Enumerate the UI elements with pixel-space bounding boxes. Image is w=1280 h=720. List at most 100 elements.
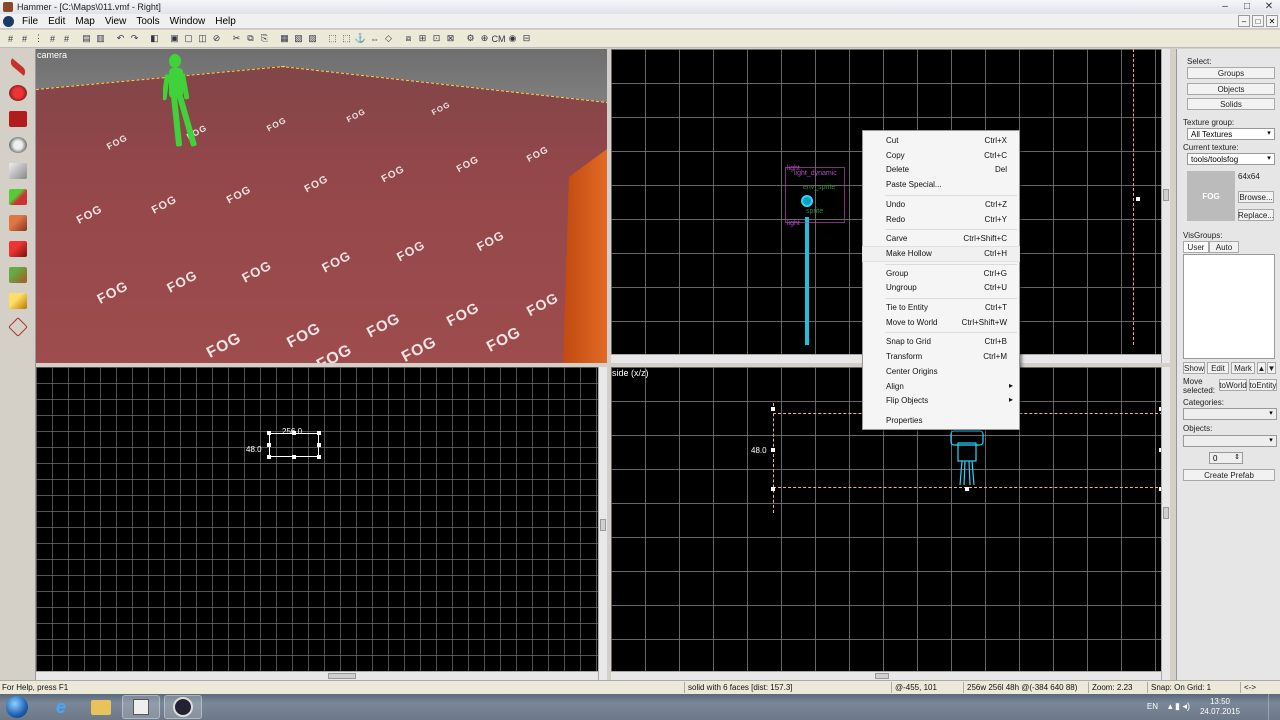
entity-report-icon[interactable]: ⊞ [416, 32, 429, 45]
context-menu-item-move-to-world[interactable]: Move to World Ctrl+Shift+W [863, 316, 1019, 330]
menu-view[interactable]: View [100, 16, 132, 27]
undo-icon[interactable]: ↶ [114, 32, 127, 45]
prefab-stepper[interactable]: 0 ⇕ [1209, 452, 1243, 464]
resize-handle[interactable] [317, 443, 321, 447]
document-icon[interactable] [3, 15, 14, 27]
group-icon[interactable]: ▣ [168, 32, 181, 45]
cut-icon[interactable]: ✂ [230, 32, 243, 45]
menu-window[interactable]: Window [165, 16, 211, 27]
menu-edit[interactable]: Edit [43, 16, 70, 27]
visgroup-edit-button[interactable]: Edit [1207, 362, 1229, 374]
visgroup-mark-button[interactable]: Mark [1231, 362, 1255, 374]
apply-texture-tool[interactable] [4, 211, 32, 235]
grid-toggle-icon[interactable]: # [4, 32, 17, 45]
mdi-restore-button[interactable]: □ [1252, 15, 1264, 27]
scroll-thumb[interactable] [875, 673, 889, 679]
taskbar-app-ie[interactable]: e [42, 695, 80, 719]
replace-button[interactable]: Replace... [1238, 209, 1274, 221]
stepper-arrows-icon[interactable]: ⇕ [1233, 454, 1241, 462]
move-up-icon[interactable]: ▲ [1257, 362, 1266, 374]
language-indicator[interactable]: EN [1147, 702, 1158, 711]
move-down-icon[interactable]: ▼ [1267, 362, 1276, 374]
selected-brush[interactable] [269, 433, 319, 457]
resize-handle[interactable] [267, 443, 271, 447]
vertical-scrollbar[interactable] [1161, 49, 1170, 363]
cordon-icon[interactable]: ⊠ [444, 32, 457, 45]
context-menu-item-paste-special[interactable]: Paste Special... [863, 178, 1019, 192]
texture-preview[interactable]: FOG [1187, 171, 1235, 221]
vertical-scrollbar[interactable] [1161, 367, 1170, 680]
taskbar-app-hammer[interactable] [164, 695, 202, 719]
taskbar-app-explorer[interactable] [82, 695, 120, 719]
context-menu-item-center-origins[interactable]: Center Origins [863, 365, 1019, 379]
resize-handle[interactable] [317, 431, 321, 435]
decal-icon[interactable]: ⊟ [520, 32, 533, 45]
texture-app-icon[interactable]: ⧈ [402, 32, 415, 45]
maximize-button[interactable]: □ [1236, 0, 1258, 12]
auto-visgroups-icon[interactable]: ⊕ [478, 32, 491, 45]
context-menu-item-redo[interactable]: Redo Ctrl+Y [863, 213, 1019, 227]
vertex-icon[interactable]: ◇ [382, 32, 395, 45]
paste-icon[interactable]: ⎘ [258, 32, 271, 45]
categories-select[interactable]: ▾ [1183, 408, 1277, 420]
selection-icon[interactable]: ⬚ [326, 32, 339, 45]
grid-dots-icon[interactable]: ⋮ [32, 32, 45, 45]
tray-icons[interactable]: ▴ ▮ ◂) [1168, 701, 1190, 712]
run-map-icon[interactable]: ⚙ [464, 32, 477, 45]
context-menu-item-make-hollow[interactable]: Make Hollow Ctrl+H [862, 245, 1020, 262]
scroll-thumb[interactable] [600, 519, 606, 531]
context-menu-item-undo[interactable]: Undo Ctrl+Z [863, 198, 1019, 212]
objects-select[interactable]: ▾ [1183, 435, 1277, 447]
mdi-minimize-button[interactable]: – [1238, 15, 1250, 27]
vertical-scrollbar[interactable] [598, 367, 607, 680]
select-solids-button[interactable]: Solids [1187, 98, 1275, 110]
load-window-state-icon[interactable]: ▤ [80, 32, 93, 45]
context-menu-item-delete[interactable]: Delete Del [863, 163, 1019, 177]
visgroups-tab-user[interactable]: User [1183, 241, 1209, 253]
resize-handle[interactable] [771, 487, 775, 491]
align-icon[interactable]: ⇔ [368, 32, 381, 45]
save-window-state-icon[interactable]: ▥ [94, 32, 107, 45]
ungroup-icon[interactable]: ▢ [182, 32, 195, 45]
hide-items-icon[interactable]: ◫ [196, 32, 209, 45]
context-menu-item-transform[interactable]: Transform Ctrl+M [863, 350, 1019, 364]
select-groups-button[interactable]: Groups [1187, 67, 1275, 79]
context-menu-item-copy[interactable]: Copy Ctrl+C [863, 149, 1019, 163]
grid-3d-icon[interactable]: # [18, 32, 31, 45]
scroll-thumb[interactable] [328, 673, 356, 679]
texture-lock-icon[interactable]: ⊘ [210, 32, 223, 45]
resize-handle[interactable] [267, 431, 271, 435]
context-menu-item-cut[interactable]: Cut Ctrl+X [863, 134, 1019, 148]
horizontal-scrollbar[interactable] [36, 671, 598, 680]
carve-icon[interactable]: ◧ [148, 32, 161, 45]
texture-group-select[interactable]: All Textures ▾ [1187, 128, 1275, 140]
browse-button[interactable]: Browse... [1238, 191, 1274, 203]
scroll-thumb[interactable] [1163, 189, 1169, 201]
context-menu-item-properties[interactable]: Properties [863, 414, 1019, 428]
camera-viewport[interactable]: FOG FOG FOG FOG FOG FOG FOG FOG FOG FOG FOG FOG FOG F… [36, 49, 607, 363]
close-button[interactable]: ✕ [1258, 0, 1280, 12]
entity-tool[interactable] [4, 133, 32, 157]
to-entity-button[interactable]: toEntity [1249, 379, 1277, 391]
system-clock[interactable]: 13:50 24.07.2015 [1200, 697, 1240, 717]
menu-file[interactable]: File [17, 16, 43, 27]
scroll-thumb[interactable] [1163, 507, 1169, 519]
start-button[interactable] [2, 695, 32, 719]
context-menu-item-group[interactable]: Group Ctrl+G [863, 267, 1019, 281]
selection-handle[interactable] [1136, 197, 1140, 201]
check-problems-icon[interactable]: ⊡ [430, 32, 443, 45]
context-menu-item-flip-objects[interactable]: Flip Objects ▸ [863, 394, 1019, 408]
cm-icon[interactable]: CM [492, 32, 506, 45]
selection-by-handles-icon[interactable]: ⬚ [340, 32, 353, 45]
select-objects-button[interactable]: Objects [1187, 83, 1275, 95]
context-menu-item-tie-to-entity[interactable]: Tie to Entity Ctrl+T [863, 301, 1019, 315]
clipping-tool[interactable] [4, 289, 32, 313]
helpers-icon[interactable]: ◉ [506, 32, 519, 45]
resize-handle[interactable] [317, 455, 321, 459]
visgroup-show-button[interactable]: Show [1183, 362, 1205, 374]
grid-larger-icon[interactable]: # [60, 32, 73, 45]
resize-handle[interactable] [965, 487, 969, 491]
block-tool[interactable] [4, 159, 32, 183]
taskbar-app-media[interactable] [122, 695, 160, 719]
menu-tools[interactable]: Tools [131, 16, 164, 27]
